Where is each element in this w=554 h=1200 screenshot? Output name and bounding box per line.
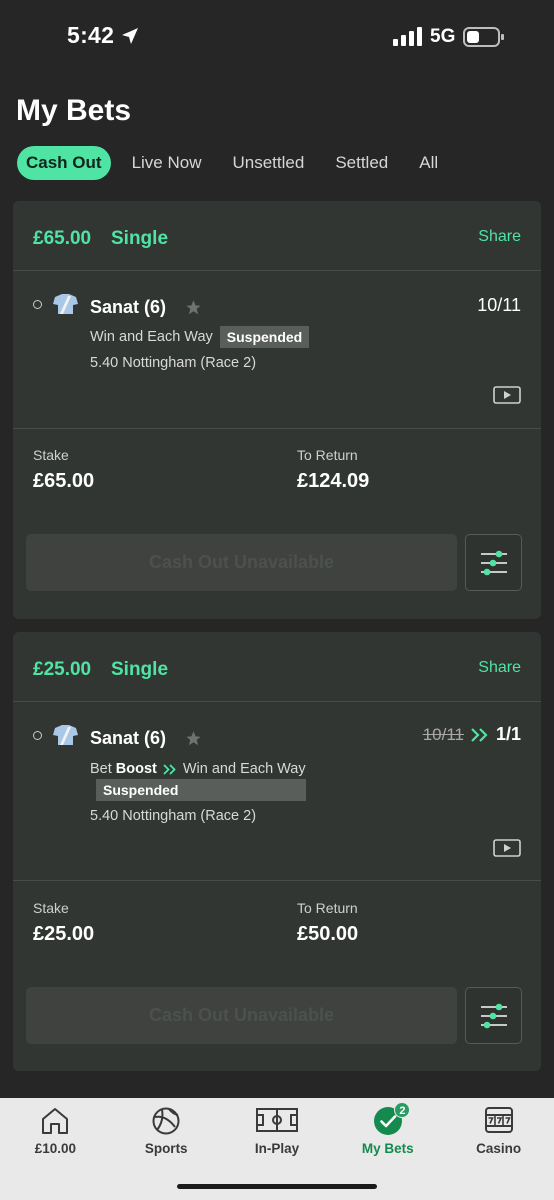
nav-label-balance: £10.00: [34, 1141, 77, 1156]
stake-label: Stake: [33, 447, 69, 463]
boost-chevrons-icon: [163, 763, 176, 775]
nav-casino[interactable]: Casino: [443, 1098, 554, 1200]
return-label: To Return: [297, 447, 358, 463]
selection-status-icon: [33, 300, 42, 309]
boosted-odds: 10/11 1/1: [423, 724, 521, 745]
partial-cash-out-button[interactable]: [465, 534, 522, 591]
tab-cash-out[interactable]: Cash Out: [17, 146, 111, 180]
share-link[interactable]: Share: [478, 659, 521, 677]
bet-amount: £65.00: [33, 228, 92, 249]
share-link[interactable]: Share: [478, 228, 521, 246]
bet-type: Single: [111, 228, 169, 249]
bets-count-badge: 2: [394, 1102, 411, 1118]
event-name: 5.40 Nottingham (Race 2): [90, 808, 257, 824]
market-line: Win and Each Way Suspended: [90, 326, 310, 348]
pitch-icon: [255, 1108, 298, 1132]
bets-tabs: Cash Out Live Now Unsettled Settled All: [17, 146, 469, 180]
sliders-icon: [480, 1003, 507, 1028]
bet-boost-label: Boost: [115, 761, 157, 777]
nav-label-in-play: In-Play: [254, 1141, 300, 1156]
market-name: Win and Each Way: [182, 761, 306, 777]
home-indicator: [177, 1184, 377, 1189]
old-odds: 10/11: [422, 724, 464, 744]
boost-chevrons-icon: [471, 727, 488, 742]
tab-settled[interactable]: Settled: [335, 146, 388, 180]
stake-label: Stake: [33, 900, 69, 916]
cash-out-button[interactable]: Cash Out Unavailable: [26, 534, 457, 591]
jockey-silk-icon: [53, 294, 78, 314]
sliders-icon: [480, 550, 507, 575]
tab-live-now[interactable]: Live Now: [132, 146, 202, 180]
battery-icon: [463, 27, 504, 47]
tab-unsettled[interactable]: Unsettled: [232, 146, 304, 180]
bet-boost-prefix: Bet: [90, 761, 112, 777]
runner-name: Sanat (6): [90, 297, 167, 317]
bet-type: Single: [111, 659, 169, 680]
boosted-odds-value: 1/1: [495, 724, 521, 744]
play-video-icon[interactable]: [493, 386, 521, 404]
jockey-silk-icon: [53, 725, 78, 745]
event-name: 5.40 Nottingham (Race 2): [90, 355, 257, 371]
boost-line: Bet Boost Win and Each Way: [90, 761, 306, 777]
star-icon[interactable]: [185, 730, 202, 747]
bet-card-header: £65.00 Single Share: [13, 201, 541, 271]
return-value: £50.00: [297, 923, 359, 945]
partial-cash-out-button[interactable]: [465, 987, 522, 1044]
play-video-icon[interactable]: [493, 839, 521, 857]
cash-out-button[interactable]: Cash Out Unavailable: [26, 987, 457, 1044]
status-badge: Suspended: [96, 779, 306, 801]
nav-label-casino: Casino: [476, 1141, 522, 1156]
bet-amount: £25.00: [33, 659, 92, 680]
network-label: 5G: [430, 26, 456, 47]
home-icon: [42, 1108, 69, 1134]
bet-card: £25.00 Single Share Sanat (6) 10/11 1/1 …: [13, 632, 541, 1071]
location-arrow-icon: [122, 28, 138, 44]
nav-home[interactable]: £10.00: [0, 1098, 111, 1200]
market-name: Win and Each Way: [90, 329, 213, 345]
stake-value: £25.00: [33, 923, 95, 945]
page-title: My Bets: [16, 94, 132, 127]
odds: 10/11: [477, 295, 521, 315]
tab-all[interactable]: All: [419, 146, 438, 180]
return-value: £124.09: [297, 470, 370, 492]
status-bar: 5:42 5G: [0, 0, 554, 76]
star-icon[interactable]: [185, 299, 202, 316]
divider: [13, 880, 541, 881]
return-label: To Return: [297, 900, 358, 916]
status-time: 5:42: [67, 22, 115, 48]
divider: [13, 428, 541, 429]
status-badge: Suspended: [219, 326, 310, 348]
bet-card-header: £25.00 Single Share: [13, 632, 541, 702]
slot-machine-icon: [484, 1107, 513, 1133]
bet-card: £65.00 Single Share Sanat (6) 10/11 Win …: [13, 201, 541, 619]
selection-status-icon: [33, 731, 42, 740]
signal-icon: [393, 27, 422, 46]
football-icon: [152, 1107, 180, 1135]
stake-value: £65.00: [33, 470, 95, 492]
nav-label-my-bets: My Bets: [361, 1141, 414, 1156]
nav-label-sports: Sports: [144, 1141, 188, 1156]
runner-name: Sanat (6): [90, 728, 167, 748]
